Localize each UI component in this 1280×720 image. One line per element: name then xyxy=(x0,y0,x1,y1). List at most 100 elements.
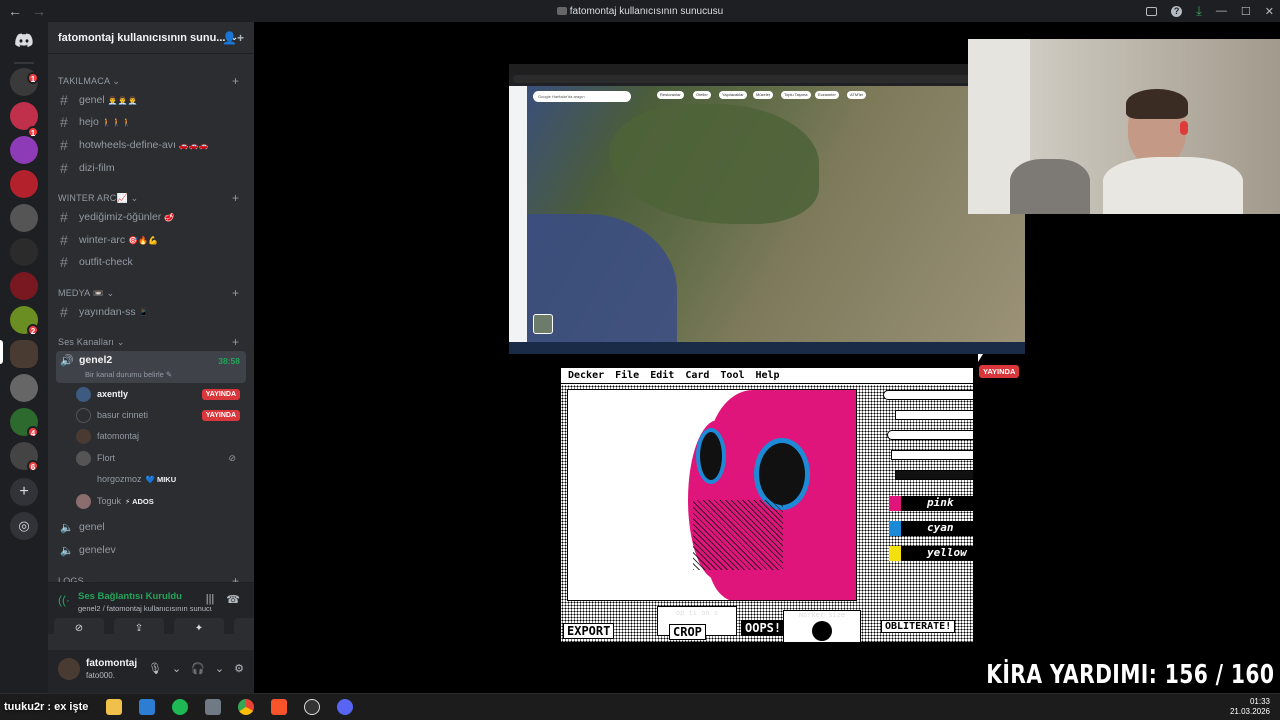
voice-channel-genel[interactable]: 🔈 genel xyxy=(56,517,246,537)
drawing-canvas[interactable] xyxy=(567,389,857,601)
channel-name: winter-arc xyxy=(79,234,126,246)
add-channel-icon[interactable]: + xyxy=(232,335,239,349)
voice-user-fatomontaj[interactable]: fatomontaj xyxy=(76,426,244,446)
disconnect-icon[interactable]: ☎ xyxy=(226,593,240,606)
help-icon[interactable]: ? xyxy=(1171,5,1183,17)
map-chip[interactable]: Oteller xyxy=(693,91,711,99)
pen-nib-4[interactable] xyxy=(891,450,973,460)
channel-status[interactable]: Bir kanal durumu belirle ✎ xyxy=(85,370,172,379)
channel-genel[interactable]: # genel 👨‍💼👨‍💼👨‍💼 xyxy=(56,90,246,110)
file-explorer-icon[interactable] xyxy=(106,699,122,715)
export-button[interactable]: EXPORT xyxy=(563,623,615,639)
guild-icon-6[interactable] xyxy=(10,238,38,266)
voice-channel-genelev[interactable]: 🔈 genelev xyxy=(56,540,246,560)
layers-thumbnail[interactable] xyxy=(533,314,553,334)
chevron-down-icon[interactable]: ⌄ xyxy=(215,662,224,675)
noise-suppression-icon[interactable]: ||| xyxy=(206,593,215,606)
camera-off-button[interactable]: ⊘ xyxy=(54,618,104,640)
channel-yayindan-ss[interactable]: # yayından-ss 📱 xyxy=(56,302,246,322)
guild-icon-5[interactable] xyxy=(10,204,38,232)
taskbar-clock[interactable]: 01:33 21.03.2026 xyxy=(1230,697,1270,717)
channel-hotwheels[interactable]: # hotwheels-define-avı 🚗🚗🚗 xyxy=(56,135,246,155)
voice-user-horgozmoz[interactable]: horgozmoz 💙 MIKU xyxy=(76,469,244,489)
voice-connection-title[interactable]: Ses Bağlantısı Kuruldu xyxy=(78,591,182,602)
microphone-icon[interactable]: 🎙 xyxy=(148,662,162,675)
pen-nib-1[interactable] xyxy=(883,390,973,400)
forward-arrow-icon[interactable]: → xyxy=(32,3,46,19)
add-server-icon[interactable]: + xyxy=(10,478,38,506)
pen-nib-5[interactable] xyxy=(895,470,973,480)
discord-home-icon[interactable] xyxy=(10,26,38,54)
map-chip[interactable]: Restoranlar xyxy=(657,91,684,99)
add-channel-icon[interactable]: + xyxy=(232,191,239,205)
avatar xyxy=(76,471,91,487)
obs-icon[interactable] xyxy=(304,699,320,715)
channel-outfit-check[interactable]: # outfit-check xyxy=(56,252,246,272)
crop-button[interactable]: CROP xyxy=(669,624,706,640)
channel-yedigimiz[interactable]: # yediğimiz-öğünler 🥩 xyxy=(56,207,246,227)
chrome-icon[interactable] xyxy=(238,699,254,715)
pen-nib-2[interactable] xyxy=(895,410,973,420)
guild-icon-4[interactable] xyxy=(10,170,38,198)
category-winter-arc[interactable]: WINTER ARC📈 ⌄ + xyxy=(58,191,239,205)
decker-menu-item[interactable]: Tool xyxy=(720,370,744,381)
guild-icon-10[interactable] xyxy=(10,374,38,402)
invite-people-icon[interactable]: 👤+ xyxy=(222,31,244,45)
minimize-icon[interactable]: — xyxy=(1216,5,1227,17)
add-channel-icon[interactable]: + xyxy=(232,74,239,88)
channel-hejo[interactable]: # hejo 🚶🚶🚶 xyxy=(56,112,246,132)
map-chip[interactable]: Müzeler xyxy=(753,91,774,99)
brave-icon[interactable] xyxy=(271,699,287,715)
discord-taskbar-icon[interactable] xyxy=(337,699,353,715)
decker-menu-item[interactable]: Edit xyxy=(650,370,674,381)
decker-menu-item[interactable]: Card xyxy=(685,370,709,381)
spotify-icon[interactable] xyxy=(172,699,188,715)
guild-icon-3[interactable] xyxy=(10,136,38,164)
screen-share-button[interactable]: ⇪ xyxy=(114,618,164,640)
headphones-icon[interactable]: 🎧 xyxy=(191,662,205,675)
category-label: TAKILMACA xyxy=(58,76,110,86)
server-list: 1 1 2 4 6 + ◎ xyxy=(0,22,48,693)
undo-button[interactable]: OOPS! xyxy=(741,620,786,636)
user-display-name[interactable]: fatomontaj xyxy=(86,658,137,669)
inbox-icon[interactable] xyxy=(1146,6,1158,16)
obliterate-button[interactable]: OBLITERATE! xyxy=(881,620,956,633)
map-chip[interactable]: Eczaneler xyxy=(815,91,839,99)
maximize-icon[interactable]: ☐ xyxy=(1241,5,1251,18)
category-ses-kanallari[interactable]: Ses Kanalları ⌄ + xyxy=(58,335,239,349)
map-chip[interactable]: ATM'ler xyxy=(847,91,867,99)
voice-user-axently[interactable]: axently YAYINDA xyxy=(76,384,244,404)
guild-icon-7[interactable] xyxy=(10,272,38,300)
explore-icon[interactable]: ◎ xyxy=(10,512,38,540)
voice-user-toguk[interactable]: Toguk ⚡ ADOS xyxy=(76,491,244,511)
back-arrow-icon[interactable]: ← xyxy=(8,3,22,19)
map-chip[interactable]: Yapılacaklar xyxy=(719,91,747,99)
app-icon[interactable] xyxy=(139,699,155,715)
server-header[interactable]: fatomontaj kullanıcısının sunu... ⌄ 👤+ xyxy=(48,22,254,54)
pen-nib-3[interactable] xyxy=(887,430,973,440)
decker-menu-item[interactable]: Decker xyxy=(568,370,604,381)
guild-icon-9[interactable] xyxy=(10,340,38,368)
user-tag: ⚡ ADOS xyxy=(125,496,154,506)
activities-button[interactable]: ✦ xyxy=(174,618,224,640)
decker-menu-item[interactable]: Help xyxy=(756,370,780,381)
channel-dizi-film[interactable]: # dizi-film xyxy=(56,158,246,178)
calculator-icon[interactable] xyxy=(205,699,221,715)
voice-user-flort[interactable]: Flort ⊘ xyxy=(76,448,244,468)
user-avatar[interactable] xyxy=(58,658,80,680)
chevron-down-icon[interactable]: ⌄ xyxy=(172,662,181,675)
decker-menu-item[interactable]: File xyxy=(615,370,639,381)
map-search-box[interactable]: Google Haritalar'da arayın xyxy=(533,91,631,102)
close-icon[interactable]: ✕ xyxy=(1265,5,1274,18)
channel-winter-arc[interactable]: # winter-arc 🎯🔥💪 xyxy=(56,230,246,250)
download-icon[interactable]: ⤓ xyxy=(1196,3,1202,19)
category-takilmaca[interactable]: TAKILMACA ⌄ + xyxy=(58,74,239,88)
category-medya[interactable]: MEDYA 📼 ⌄ + xyxy=(58,286,239,300)
voice-user-basur-cinneti[interactable]: basur cinneti YAYINDA xyxy=(76,405,244,425)
map-chip[interactable]: Toplu Taşıma xyxy=(781,91,811,99)
settings-gear-icon[interactable]: ⚙ xyxy=(234,662,244,675)
voice-channel-genel2[interactable]: 🔊 genel2 38:58 Bir kanal durumu belirle ✎ xyxy=(56,351,246,383)
marker-size-panel[interactable]: marker size xyxy=(783,610,861,642)
stream-stage[interactable]: Google Haritalar'da arayın Restoranlar O… xyxy=(254,22,1280,693)
add-channel-icon[interactable]: + xyxy=(232,286,239,300)
